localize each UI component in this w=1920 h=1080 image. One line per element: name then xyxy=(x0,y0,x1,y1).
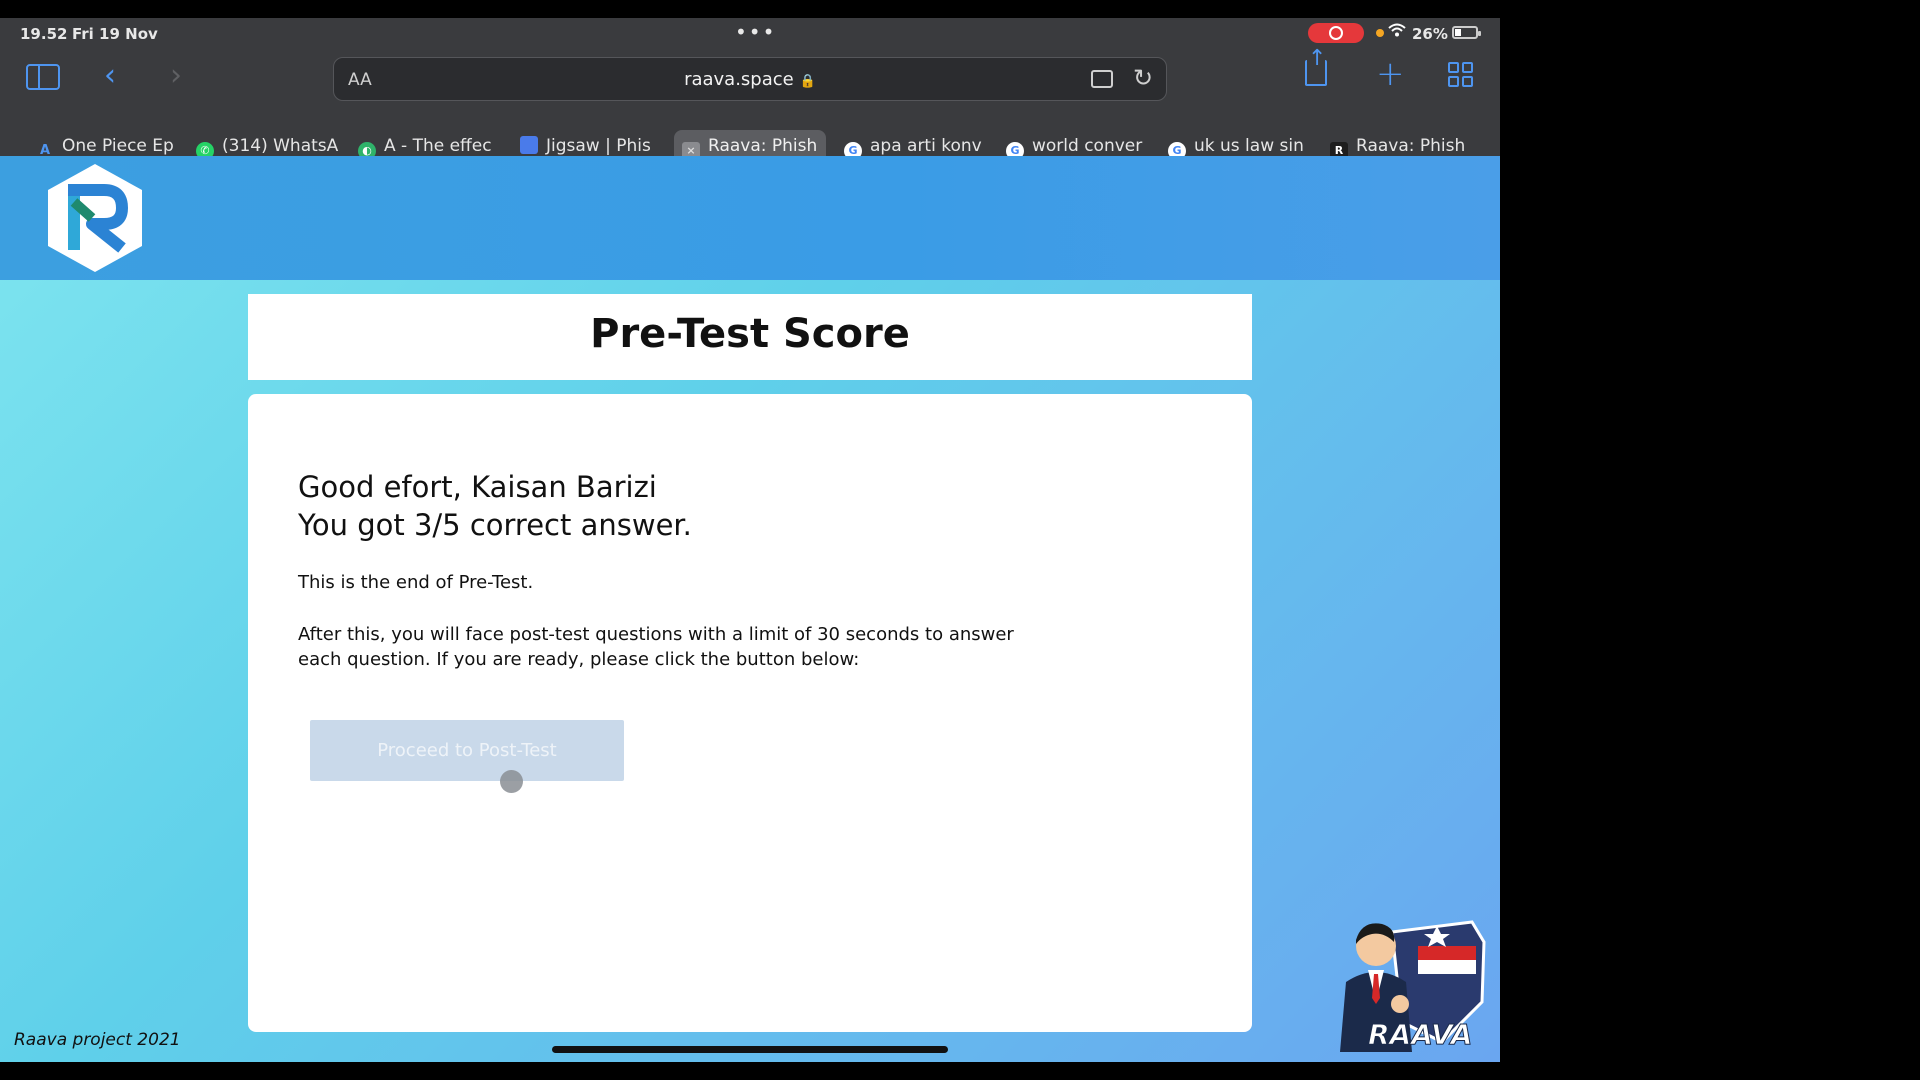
greeting: Good efort, Kaisan Barizi You got 3/5 co… xyxy=(298,468,692,544)
back-chevron-icon[interactable]: ‹ xyxy=(104,58,116,93)
reload-icon[interactable]: ↻ xyxy=(1133,64,1153,92)
tab-label: Raava: Phish xyxy=(708,136,818,156)
greeting-name-line: Good efort, Kaisan Barizi xyxy=(298,470,657,504)
tab-label: Raava: Phish xyxy=(1356,136,1466,156)
blue-square-icon xyxy=(520,136,538,154)
web-page: Pre-Test Score Good efort, Kaisan Barizi… xyxy=(0,156,1500,1062)
url-text[interactable]: raava.space 🔒 xyxy=(334,69,1166,90)
new-tab-plus-icon[interactable]: + xyxy=(1376,54,1405,94)
raava-logo[interactable] xyxy=(44,162,146,274)
address-bar[interactable]: AA raava.space 🔒 ↻ xyxy=(333,57,1167,101)
proceed-to-post-test-button[interactable]: Proceed to Post-Test xyxy=(310,720,624,781)
sidebar-toggle-icon[interactable] xyxy=(26,64,60,90)
tab-label: uk us law sin xyxy=(1194,136,1304,156)
forward-chevron-icon[interactable]: › xyxy=(170,58,182,93)
tab-label: A - The effec xyxy=(384,136,492,156)
score-line: You got 3/5 correct answer. xyxy=(298,508,692,542)
browser-chrome: 19.52 Fri 19 Nov ••• 26% ‹ › AA raava.sp… xyxy=(0,18,1500,164)
mic-indicator-icon xyxy=(1376,29,1384,37)
multitasking-dots-icon[interactable]: ••• xyxy=(735,20,776,44)
tab-label: apa arti konv xyxy=(870,136,982,156)
tablet-screen: 19.52 Fri 19 Nov ••• 26% ‹ › AA raava.sp… xyxy=(0,18,1500,1062)
result-card: Good efort, Kaisan Barizi You got 3/5 co… xyxy=(248,394,1252,1032)
site-header xyxy=(0,156,1500,280)
tab-label: (314) WhatsA xyxy=(222,136,339,156)
status-bar: 19.52 Fri 19 Nov ••• 26% xyxy=(0,18,1500,48)
battery-percent: 26% xyxy=(1412,25,1448,43)
browser-toolbar: ‹ › AA raava.space🔒 ↻ + xyxy=(0,46,1500,114)
share-icon[interactable] xyxy=(1305,46,1327,86)
status-date: Fri 19 Nov xyxy=(72,25,158,43)
screen-recording-icon[interactable] xyxy=(1308,23,1364,43)
tab-label: Jigsaw | Phis xyxy=(546,136,651,156)
battery-icon xyxy=(1452,26,1481,39)
title-card: Pre-Test Score xyxy=(248,294,1252,380)
wifi-icon xyxy=(1388,22,1406,41)
page-title: Pre-Test Score xyxy=(590,311,910,357)
touch-indicator xyxy=(500,770,523,793)
extensions-icon[interactable] xyxy=(1091,70,1113,88)
tab-strip: A One Piece Ep ✆ (314) WhatsA ◐ A - The eff… xyxy=(0,130,1500,164)
tab-overview-icon[interactable] xyxy=(1448,62,1474,88)
raava-mascot-badge: RAAVA xyxy=(1340,920,1486,1052)
url-label: raava.space xyxy=(684,69,794,90)
lock-icon: 🔒 xyxy=(799,74,816,89)
tab-label: world conver xyxy=(1032,136,1143,156)
post-test-info-text: After this, you will face post-test ques… xyxy=(298,624,1014,670)
mascot-caption: RAAVA xyxy=(1368,1018,1472,1051)
status-time: 19.52 xyxy=(20,25,68,43)
tab-label: One Piece Ep xyxy=(62,136,174,156)
end-of-pretest-text: This is the end of Pre-Test. xyxy=(298,572,534,593)
footer-credit: Raava project 2021 xyxy=(14,1030,181,1050)
home-indicator[interactable] xyxy=(552,1046,948,1053)
